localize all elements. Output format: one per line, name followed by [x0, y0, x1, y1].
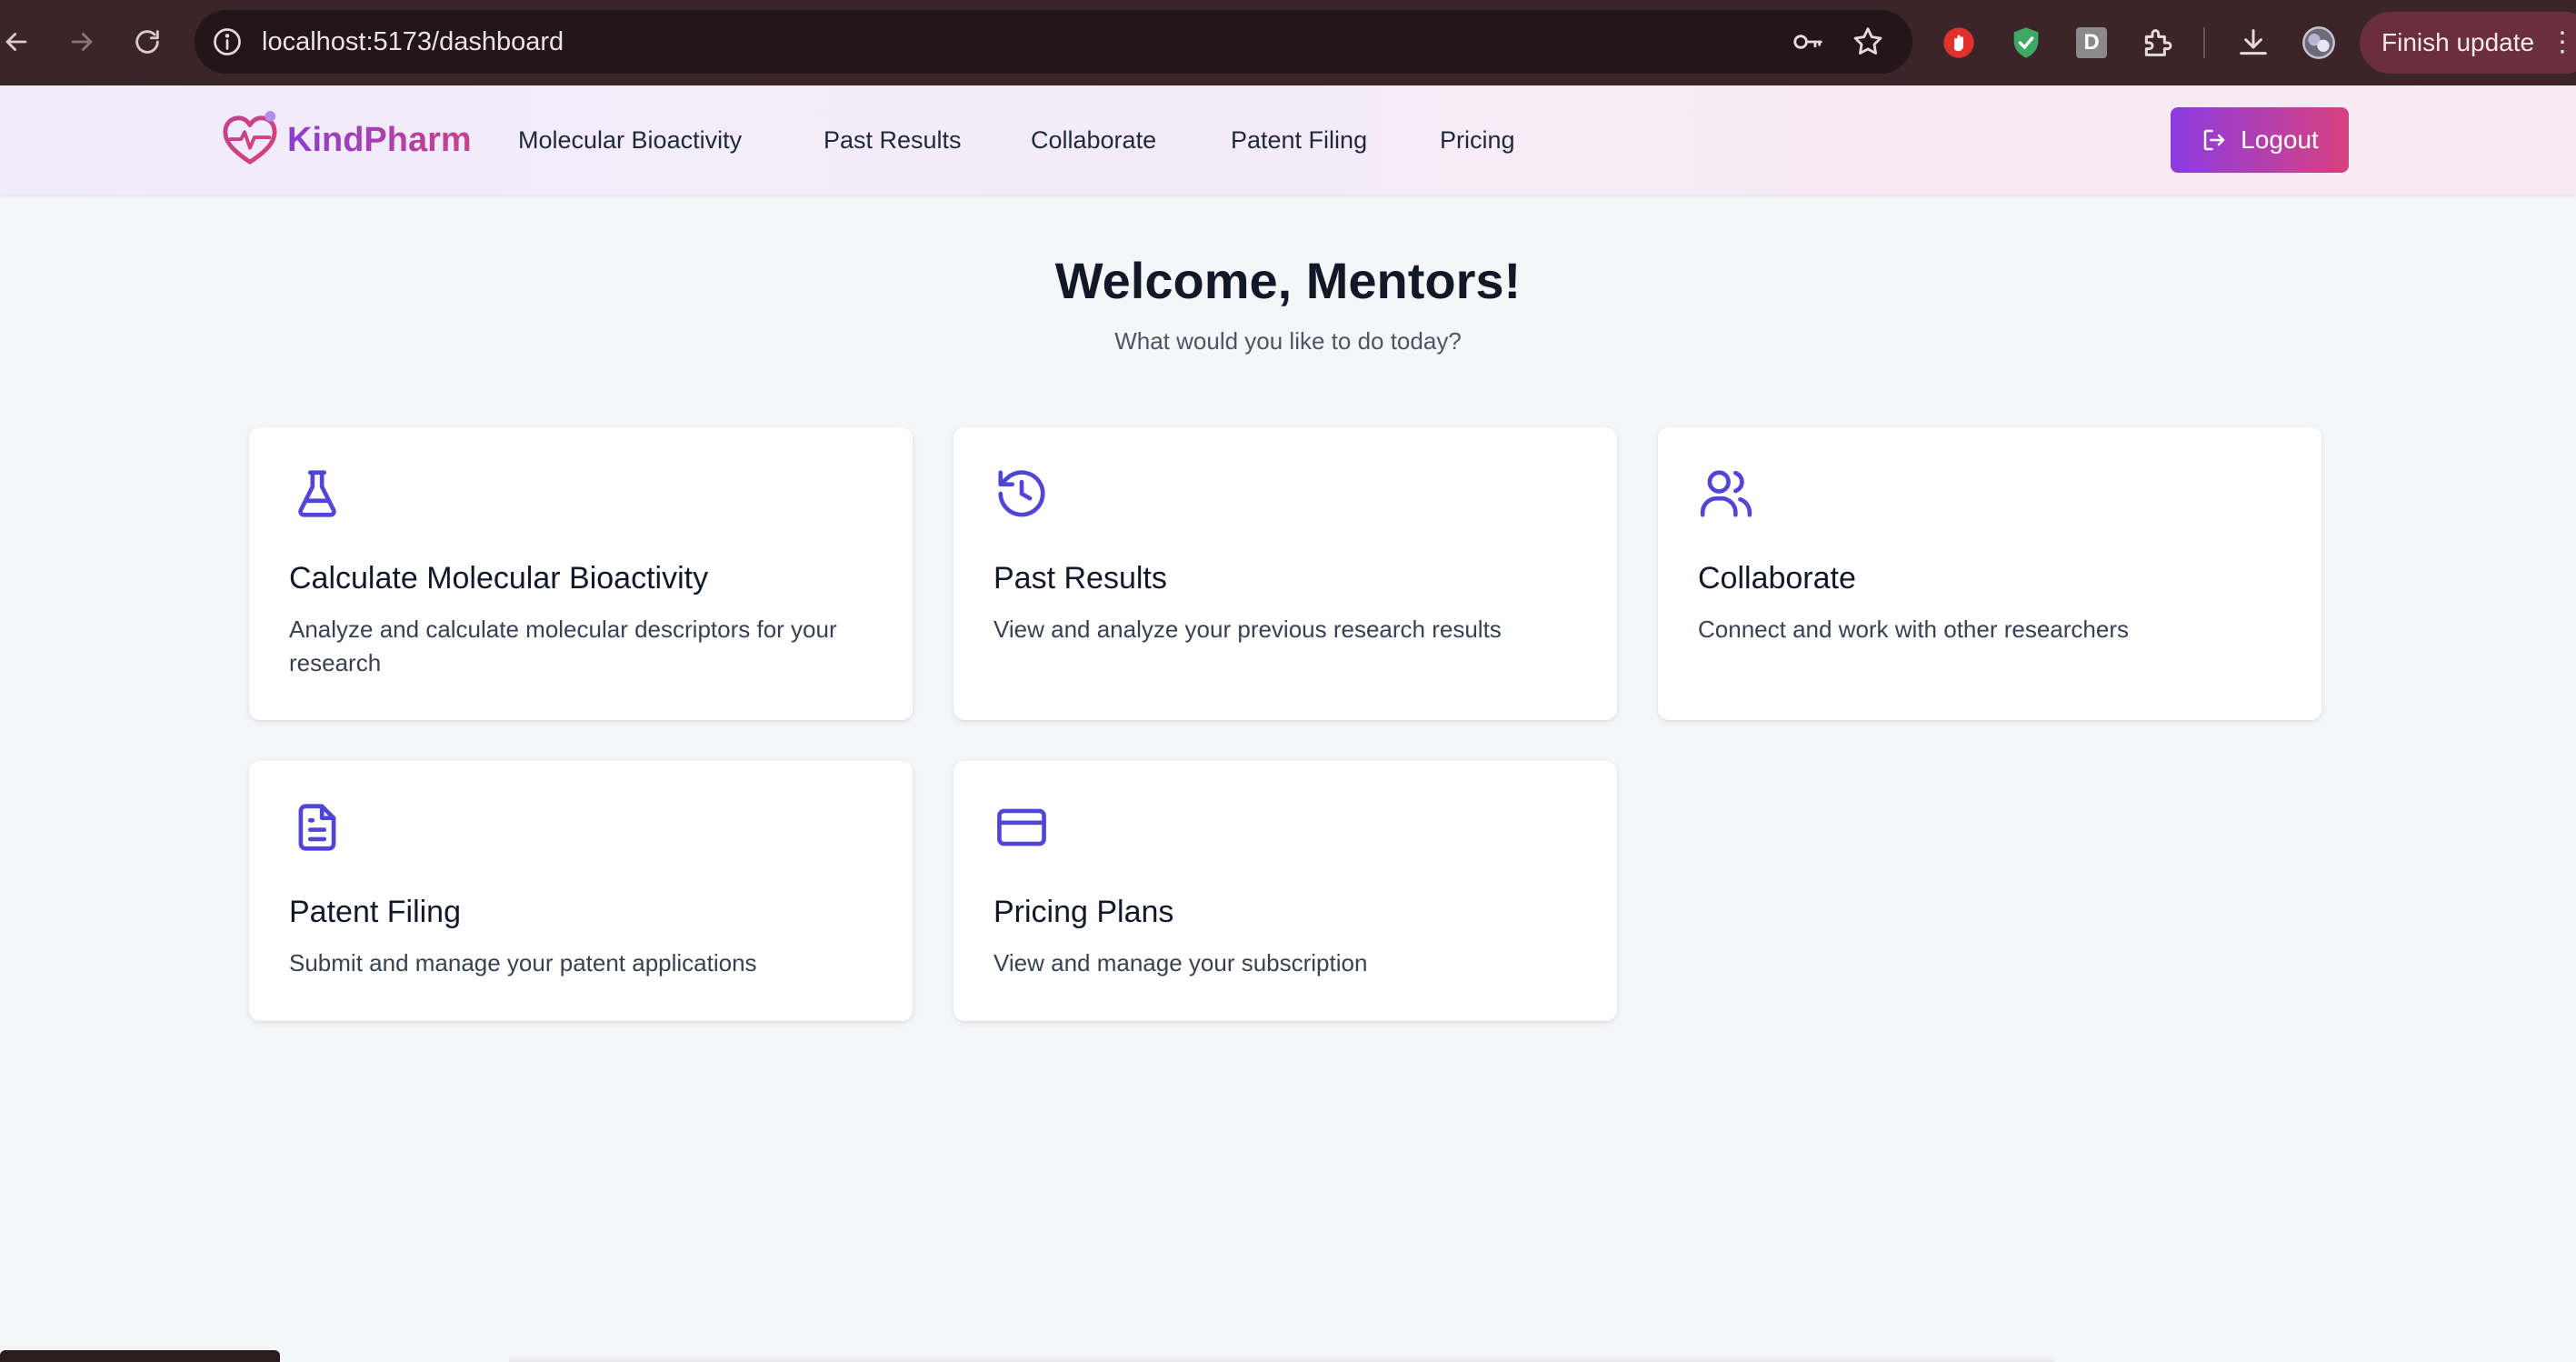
nav-item-pricing[interactable]: Pricing: [1440, 125, 1515, 155]
back-button[interactable]: [0, 20, 38, 64]
heart-pulse-logo-icon: [222, 110, 278, 170]
arrow-left-icon: [5, 33, 27, 51]
flask-icon: [289, 466, 345, 522]
bottom-shadow: [509, 1355, 2054, 1362]
nav-item-patent-filing[interactable]: Patent Filing: [1231, 125, 1367, 155]
card-description: Analyze and calculate molecular descript…: [289, 616, 837, 676]
users-icon: [1698, 466, 1754, 522]
logout-label: Logout: [2241, 125, 2319, 154]
card-description: Submit and manage your patent applicatio…: [289, 949, 757, 976]
extension-hand-icon[interactable]: [1938, 22, 1980, 64]
kebab-menu-icon[interactable]: ⋮: [2549, 12, 2576, 74]
card-description: View and analyze your previous research …: [993, 616, 1502, 643]
bottom-toast-edge: [0, 1350, 280, 1362]
card-title: Past Results: [993, 561, 1167, 596]
app-header: KindPharm Molecular Bioactivity Past Res…: [0, 85, 2576, 195]
site-info-icon[interactable]: [211, 25, 244, 58]
logout-button[interactable]: Logout: [2171, 107, 2349, 173]
history-icon: [993, 466, 1050, 522]
page-subtitle: What would you like to do today?: [1114, 327, 1462, 355]
page-title: Welcome, Mentors!: [1054, 252, 1522, 309]
credit-card-icon: [993, 799, 1050, 856]
card-title: Patent Filing: [289, 895, 461, 929]
card-description: Connect and work with other researchers: [1698, 616, 2130, 643]
card-past-results[interactable]: Past Results View and analyze your previ…: [954, 427, 1617, 720]
browser-toolbar: localhost:5173/dashboard D Finish update…: [0, 0, 2576, 85]
card-title: Collaborate: [1698, 561, 1856, 596]
toolbar-divider: [2203, 27, 2205, 58]
brand-name: KindPharm: [287, 120, 472, 159]
forward-button[interactable]: [60, 20, 104, 64]
url-text[interactable]: localhost:5173/dashboard: [262, 10, 564, 74]
downloads-icon[interactable]: [2232, 22, 2274, 64]
finish-update-button[interactable]: Finish update ⋮: [2360, 12, 2576, 74]
nav-item-molecular-bioactivity[interactable]: Molecular Bioactivity: [518, 125, 742, 155]
nav-item-collaborate[interactable]: Collaborate: [1031, 125, 1156, 155]
key-icon[interactable]: [1791, 25, 1825, 59]
extension-d-icon[interactable]: D: [2071, 22, 2112, 64]
logout-icon: [2203, 129, 2225, 151]
reload-button[interactable]: [125, 20, 169, 64]
card-title: Calculate Molecular Bioactivity: [289, 561, 709, 596]
arrow-right-icon: [71, 33, 93, 51]
brand-link[interactable]: KindPharm: [222, 105, 472, 175]
card-calculate-molecular-bioactivity[interactable]: Calculate Molecular Bioactivity Analyze …: [249, 427, 913, 720]
address-bar[interactable]: localhost:5173/dashboard: [195, 10, 1912, 74]
document-icon: [289, 799, 345, 856]
reload-icon: [135, 30, 159, 54]
extension-shield-icon[interactable]: [2005, 22, 2047, 64]
star-icon[interactable]: [1851, 25, 1885, 59]
card-pricing-plans[interactable]: Pricing Plans View and manage your subsc…: [954, 761, 1617, 1021]
card-collaborate[interactable]: Collaborate Connect and work with other …: [1658, 427, 2321, 720]
nav-item-past-results[interactable]: Past Results: [824, 125, 962, 155]
card-description: View and manage your subscription: [993, 949, 1368, 976]
extension-d-letter: D: [2076, 27, 2107, 58]
card-patent-filing[interactable]: Patent Filing Submit and manage your pat…: [249, 761, 913, 1021]
profile-avatar-icon[interactable]: [2298, 22, 2340, 64]
extensions-puzzle-icon[interactable]: [2136, 22, 2178, 64]
card-title: Pricing Plans: [993, 895, 1174, 929]
finish-update-label: Finish update: [2381, 28, 2535, 56]
